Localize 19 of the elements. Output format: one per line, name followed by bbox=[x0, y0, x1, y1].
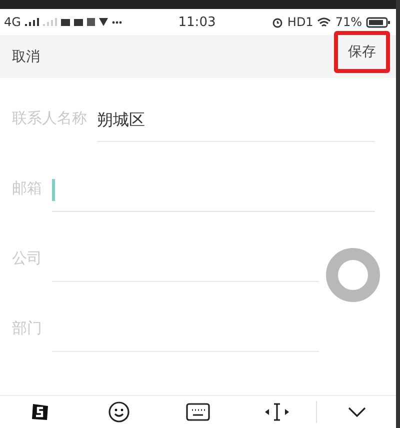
logo-icon[interactable] bbox=[30, 402, 50, 422]
clock: 11:03 bbox=[178, 14, 216, 30]
emoji-icon[interactable] bbox=[108, 401, 130, 423]
cancel-button[interactable]: 取消 bbox=[12, 44, 40, 70]
cursor-move-icon[interactable] bbox=[264, 402, 290, 422]
input-field[interactable]: 朔城区 bbox=[97, 99, 375, 142]
battery-label: 71% bbox=[335, 15, 362, 29]
wifi-icon bbox=[317, 16, 332, 28]
chevron-down-icon[interactable] bbox=[346, 406, 366, 418]
save-button[interactable]: 保存 bbox=[334, 31, 390, 73]
network-label: 4G bbox=[4, 15, 21, 29]
keyboard-icon[interactable] bbox=[186, 403, 210, 421]
battery-icon bbox=[366, 16, 390, 28]
hd-label: HD1 bbox=[287, 15, 314, 29]
more-icon bbox=[112, 20, 122, 24]
logo-icon bbox=[32, 404, 48, 420]
signal-icon bbox=[42, 17, 57, 27]
signal-icon bbox=[24, 17, 39, 27]
alarm-icon bbox=[272, 16, 284, 28]
